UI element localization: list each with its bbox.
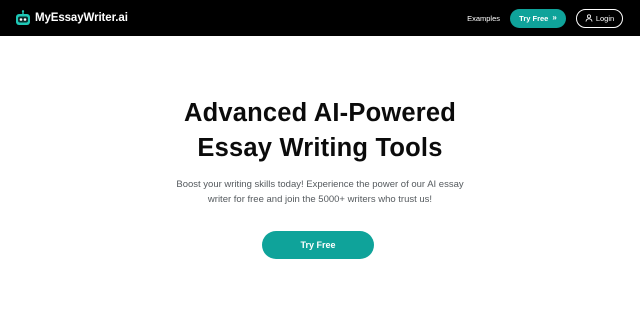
try-free-hero-button[interactable]: Try Free [262,231,374,259]
hero-title-line-2: Essay Writing Tools [197,134,443,162]
login-button[interactable]: Login [576,8,623,28]
hero-title-line-1: Advanced AI-Powered [183,99,457,127]
brand-name: MyEssayWriter.ai [35,12,128,24]
robot-icon [16,10,30,25]
hero-subtitle-line-2: writer for free and join the 5000+ write… [207,194,433,205]
user-icon [585,14,593,22]
nav-actions: Examples Try Free » Login [467,8,623,28]
login-label: Login [595,13,615,23]
try-free-nav-label: Try Free [519,13,549,23]
try-free-nav-button[interactable]: Try Free » [510,8,566,28]
double-chevron-right-icon: » [552,13,557,22]
hero-section: Advanced AI-Powered Essay Writing Tools … [0,36,640,315]
nav-link-examples[interactable]: Examples [467,14,500,23]
brand-logo-link[interactable]: MyEssayWriter.ai [15,10,128,26]
hero-title: Advanced AI-Powered Essay Writing Tools [0,96,640,166]
hero-subtitle: Boost your writing skills today! Experie… [0,177,640,207]
hero-subtitle-line-1: Boost your writing skills today! Experie… [176,179,464,190]
top-navbar: MyEssayWriter.ai Examples Try Free » Log… [0,0,640,36]
